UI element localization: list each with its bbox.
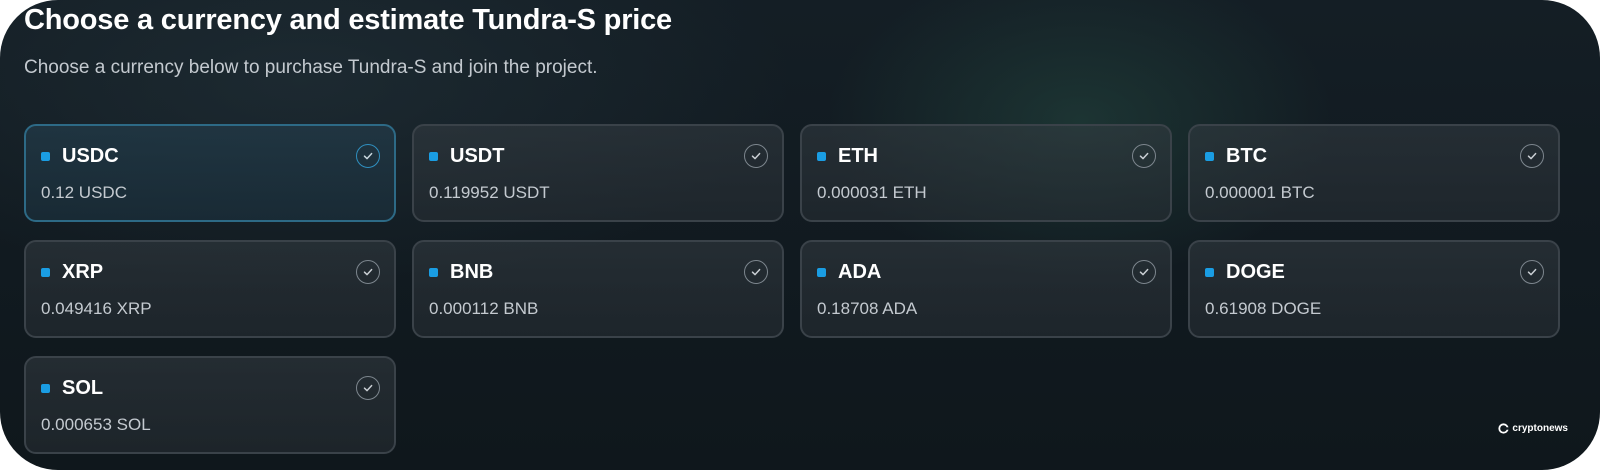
check-circle-icon[interactable] (1132, 260, 1156, 284)
currency-card-eth[interactable]: ETH 0.000031 ETH (800, 124, 1172, 222)
currency-price: 0.61908 DOGE (1205, 299, 1322, 318)
currency-price: 0.119952 USDT (429, 183, 550, 202)
currency-name: USDT (450, 145, 505, 167)
currency-name: ADA (838, 261, 882, 283)
currency-price: 0.000001 BTC (1205, 183, 1315, 202)
square-dot-icon (41, 152, 50, 161)
currency-name: ETH (838, 145, 878, 167)
page-title: Choose a currency and estimate Tundra-S … (24, 4, 672, 36)
currency-name: BNB (450, 261, 494, 283)
currency-card-xrp[interactable]: XRP 0.049416 XRP (24, 240, 396, 338)
check-circle-icon[interactable] (356, 260, 380, 284)
check-circle-icon[interactable] (356, 376, 380, 400)
square-dot-icon (1205, 268, 1214, 277)
currency-grid: USDC 0.12 USDC USDT 0.119952 USDT ETH 0.… (24, 124, 1591, 454)
currency-name: SOL (62, 377, 104, 399)
square-dot-icon (817, 152, 826, 161)
currency-panel: Choose a currency and estimate Tundra-S … (0, 0, 1600, 470)
currency-name: USDC (62, 145, 119, 167)
currency-card-usdc[interactable]: USDC 0.12 USDC (24, 124, 396, 222)
square-dot-icon (41, 268, 50, 277)
currency-price: 0.18708 ADA (817, 299, 918, 318)
square-dot-icon (817, 268, 826, 277)
currency-price: 0.000112 BNB (429, 299, 539, 318)
check-circle-icon[interactable] (744, 144, 768, 168)
currency-card-sol[interactable]: SOL 0.000653 SOL (24, 356, 396, 454)
check-circle-icon[interactable] (1520, 144, 1544, 168)
watermark: cryptonews (1498, 423, 1568, 434)
currency-card-bnb[interactable]: BNB 0.000112 BNB (412, 240, 784, 338)
watermark-text: cryptonews (1512, 423, 1568, 434)
currency-card-btc[interactable]: BTC 0.000001 BTC (1188, 124, 1560, 222)
square-dot-icon (429, 152, 438, 161)
page-subtitle: Choose a currency below to purchase Tund… (24, 57, 598, 78)
currency-name: XRP (62, 261, 104, 283)
check-circle-icon[interactable] (744, 260, 768, 284)
currency-price: 0.000653 SOL (41, 415, 151, 434)
square-dot-icon (1205, 152, 1214, 161)
cryptonews-logo-icon (1498, 423, 1510, 434)
check-circle-icon[interactable] (1132, 144, 1156, 168)
currency-card-usdt[interactable]: USDT 0.119952 USDT (412, 124, 784, 222)
currency-price: 0.12 USDC (41, 183, 127, 202)
check-circle-icon[interactable] (1520, 260, 1544, 284)
currency-card-ada[interactable]: ADA 0.18708 ADA (800, 240, 1172, 338)
square-dot-icon (41, 384, 50, 393)
currency-name: BTC (1226, 145, 1268, 167)
currency-card-doge[interactable]: DOGE 0.61908 DOGE (1188, 240, 1560, 338)
check-circle-icon[interactable] (356, 144, 380, 168)
square-dot-icon (429, 268, 438, 277)
currency-price: 0.049416 XRP (41, 299, 152, 318)
currency-price: 0.000031 ETH (817, 183, 927, 202)
currency-name: DOGE (1226, 261, 1285, 283)
